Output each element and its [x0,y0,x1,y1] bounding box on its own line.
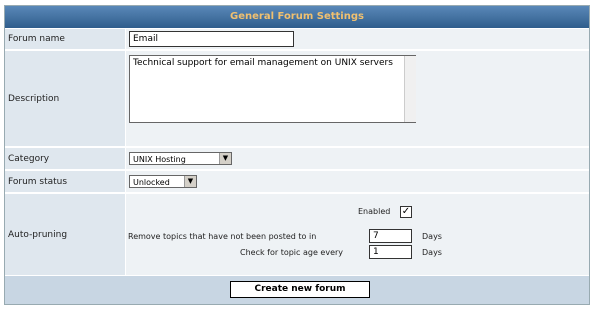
forum-name-input[interactable] [129,31,294,47]
check-age-unit: Days [422,248,442,257]
forum-status-label: Forum status [5,171,125,192]
chevron-down-icon[interactable]: ▼ [184,176,196,187]
enabled-checkbox[interactable]: ✓ [400,206,412,218]
check-icon: ✓ [401,206,411,217]
auto-pruning-row: Auto-pruning Enabled ✓ Remove topics tha… [5,194,589,276]
description-cell: Technical support for email management o… [126,51,589,146]
forum-status-select[interactable]: Unlocked ▼ [129,175,197,188]
auto-pruning-cell: Enabled ✓ Remove topics that have not be… [126,194,589,275]
description-row: Description Technical support for email … [5,51,589,147]
category-select[interactable]: UNIX Hosting ▼ [129,152,232,165]
category-cell: UNIX Hosting ▼ [126,148,589,169]
panel-title: General Forum Settings [5,6,589,28]
enabled-label: Enabled [358,207,391,216]
forum-status-selected-value: Unlocked [133,178,170,187]
forum-status-row: Forum status Unlocked ▼ [5,171,589,193]
description-scrollbar[interactable] [404,56,416,122]
forum-name-row: Forum name [5,29,589,50]
forum-name-cell [126,29,589,49]
remove-topics-label: Remove topics that have not been posted … [128,232,317,241]
form-footer: Create new forum [5,276,589,304]
forum-status-cell: Unlocked ▼ [126,171,589,192]
category-row: Category UNIX Hosting ▼ [5,148,589,170]
remove-topics-days-input[interactable] [369,229,412,243]
check-age-days-input[interactable] [369,245,412,259]
remove-topics-unit: Days [422,232,442,241]
forum-name-label: Forum name [5,29,125,49]
category-label: Category [5,148,125,169]
auto-pruning-label: Auto-pruning [5,194,125,275]
description-textarea[interactable]: Technical support for email management o… [129,55,416,123]
description-label: Description [5,51,125,146]
category-selected-value: UNIX Hosting [133,155,186,164]
check-age-label: Check for topic age every [240,248,344,257]
create-forum-button[interactable]: Create new forum [230,281,370,298]
chevron-down-icon[interactable]: ▼ [219,153,231,164]
forum-settings-panel: General Forum Settings Forum name Descri… [4,5,590,305]
